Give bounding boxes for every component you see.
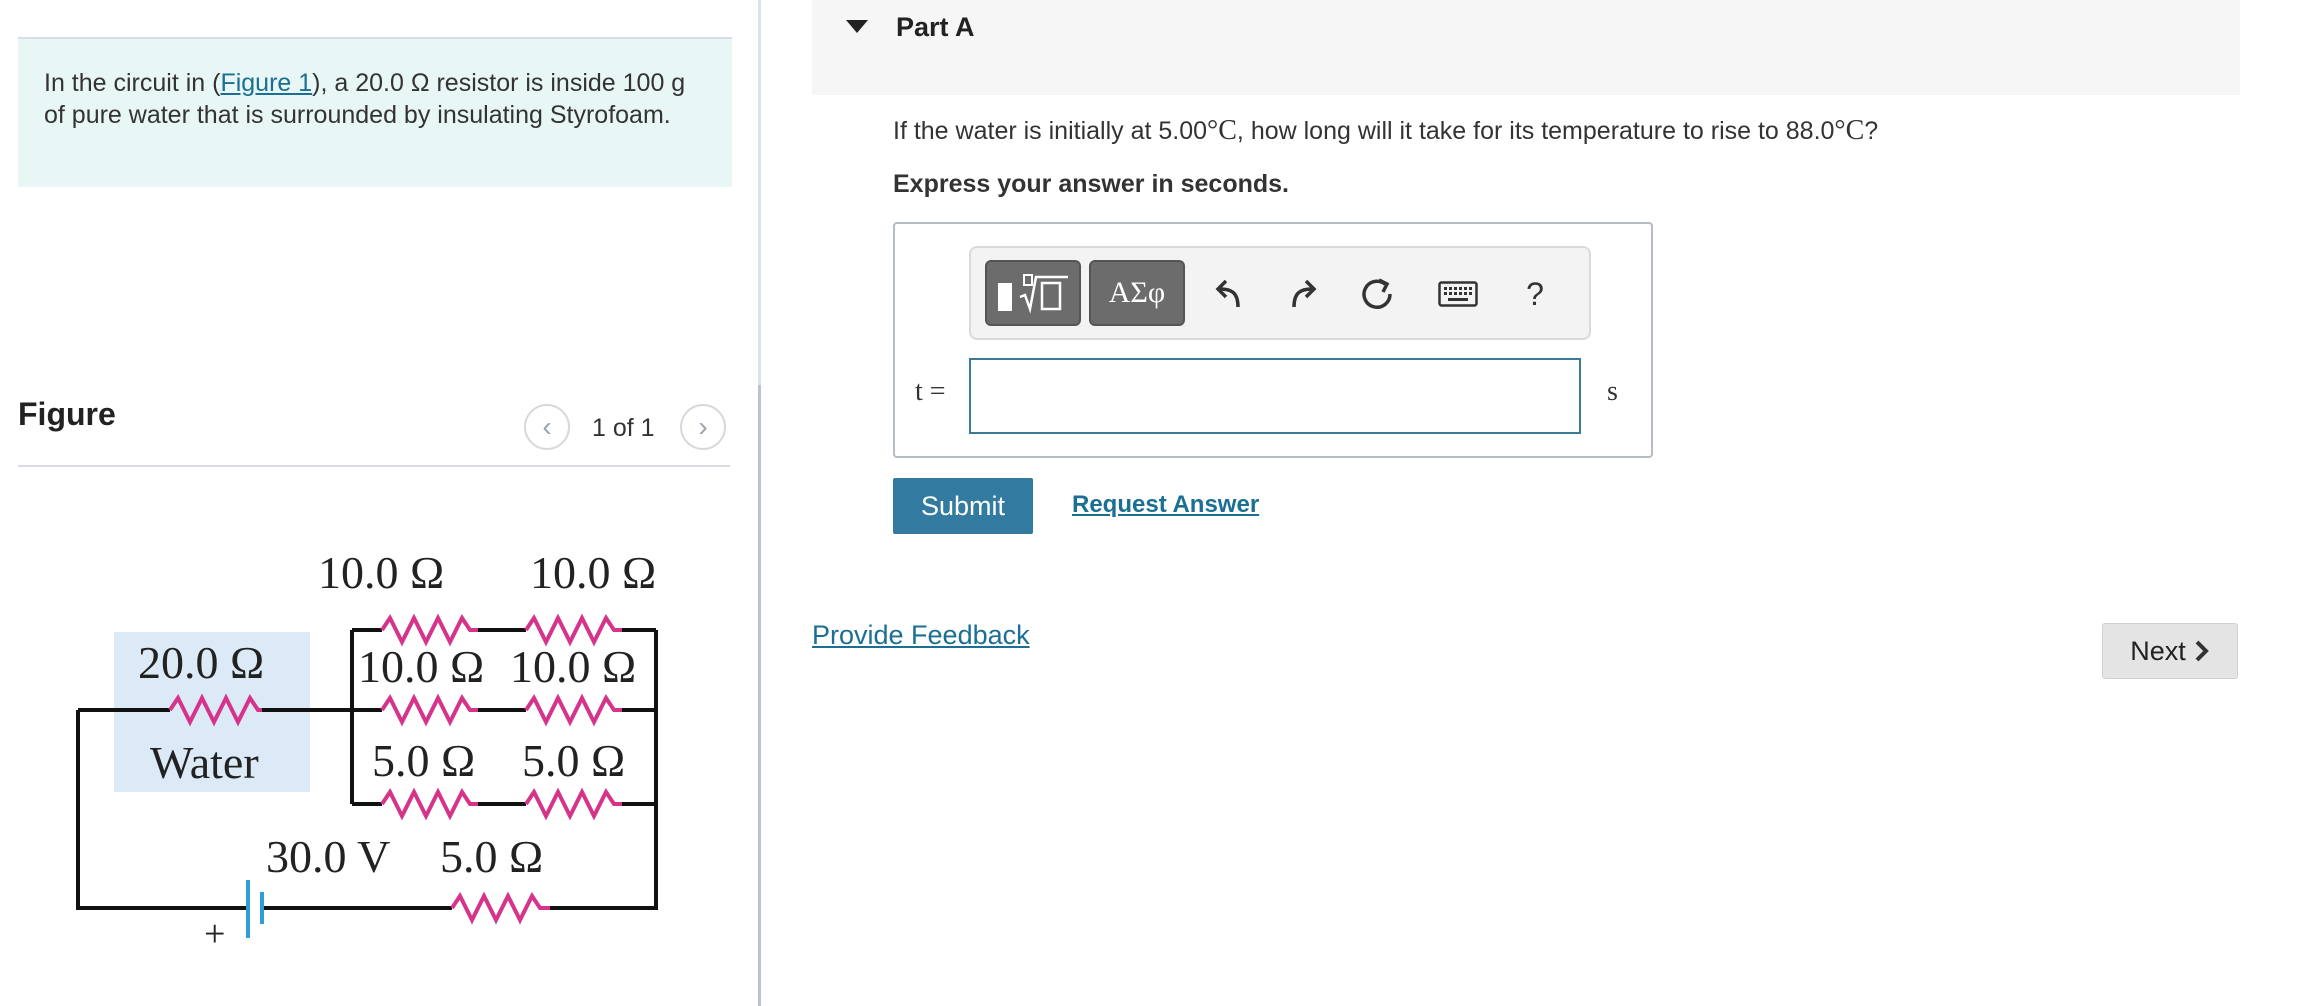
battery (246, 880, 264, 938)
reset-icon (1362, 278, 1392, 309)
answer-variable-label: t = (915, 376, 946, 407)
resistor-top-left (380, 613, 478, 647)
chevron-left-icon: ‹ (542, 411, 552, 442)
label-plus: + (204, 913, 225, 955)
resistor-mid-right (524, 693, 622, 727)
undo-button[interactable] (1209, 274, 1249, 314)
help-button[interactable]: ? (1515, 274, 1555, 314)
resistor-low-left (380, 787, 478, 821)
redo-icon (1292, 279, 1317, 308)
answer-box: ΑΣφ ? t = s (893, 222, 1653, 458)
question-mid: , how long will it take for its temperat… (1236, 117, 1835, 145)
figure-prev-button[interactable]: ‹ (524, 404, 570, 450)
submit-button[interactable]: Submit (893, 478, 1033, 534)
figure-next-button[interactable]: › (680, 404, 726, 450)
label-r-mid-left: 10.0 Ω (358, 641, 484, 692)
undo-icon (1215, 279, 1240, 308)
figure-link[interactable]: Figure 1 (220, 69, 312, 97)
next-button-label: Next (2130, 635, 2186, 666)
left-panel: In the circuit in (Figure 1), a 20.0 Ω r… (0, 0, 760, 1006)
label-r-bottom: 5.0 Ω (440, 831, 543, 882)
problem-statement: In the circuit in (Figure 1), a 20.0 Ω r… (18, 37, 732, 187)
label-r-low-left: 5.0 Ω (372, 735, 475, 786)
label-water: Water (150, 737, 259, 788)
answer-instruction: Express your answer in seconds. (893, 170, 1289, 198)
question-text: If the water is initially at 5.00°C, how… (893, 115, 1878, 147)
part-title: Part A (896, 12, 975, 42)
figure-divider (18, 465, 730, 467)
answer-input[interactable] (969, 358, 1581, 434)
reset-button[interactable] (1357, 274, 1397, 314)
chevron-right-icon (2195, 640, 2209, 662)
chevron-right-icon: › (698, 411, 708, 442)
keyboard-button[interactable] (1433, 274, 1483, 314)
resistor-low-right (524, 787, 622, 821)
label-voltage: 30.0 V (266, 831, 390, 882)
provide-feedback-link[interactable]: Provide Feedback (812, 620, 1030, 651)
part-header[interactable]: Part A (812, 0, 2240, 95)
resistor-bottom (450, 891, 550, 925)
circuit-diagram: 10.0 Ω 10.0 Ω 10.0 Ω 10.0 Ω 5.0 Ω 5.0 Ω … (76, 547, 658, 955)
templates-icon (998, 274, 1068, 314)
resistor-mid-left (380, 693, 478, 727)
keyboard-icon (1438, 281, 1478, 307)
next-button[interactable]: Next (2102, 623, 2238, 679)
symbols-button[interactable]: ΑΣφ (1089, 260, 1185, 326)
redo-button[interactable] (1283, 274, 1323, 314)
label-r-mid-right: 10.0 Ω (510, 641, 636, 692)
templates-button[interactable] (985, 260, 1081, 326)
figure-title: Figure (18, 396, 116, 432)
resistor-top-right (524, 613, 622, 647)
label-r-top-right: 10.0 Ω (530, 547, 656, 598)
column-divider-scroll[interactable] (758, 385, 761, 1006)
label-r-low-right: 5.0 Ω (522, 735, 625, 786)
label-r-water: 20.0 Ω (138, 637, 264, 688)
figure-counter: 1 of 1 (592, 414, 655, 442)
answer-unit-label: s (1607, 376, 1618, 407)
question-start: If the water is initially at 5.00 (893, 117, 1208, 145)
problem-text-before: In the circuit in ( (44, 69, 221, 97)
request-answer-link[interactable]: Request Answer (1072, 491, 1259, 519)
question-unit-2: °C (1834, 115, 1865, 146)
question-unit-1: °C (1207, 115, 1237, 146)
question-end: ? (1864, 117, 1879, 145)
label-r-top-left: 10.0 Ω (318, 547, 444, 598)
caret-down-icon[interactable] (846, 20, 868, 33)
math-toolbar: ΑΣφ ? (969, 246, 1591, 340)
